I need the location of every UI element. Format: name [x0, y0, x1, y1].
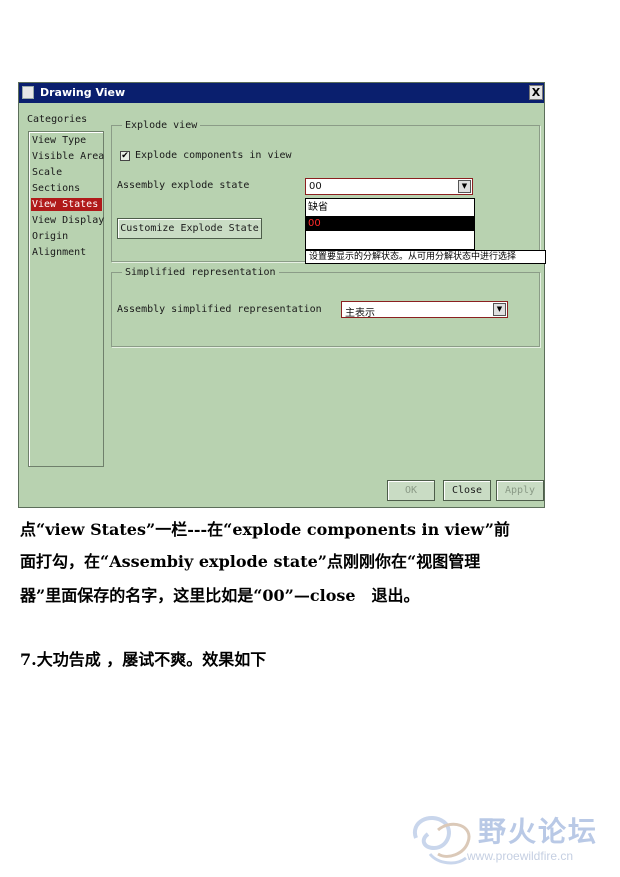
explode-state-value: 00 [309, 181, 322, 192]
drawing-view-dialog: Drawing View X Categories View Type Visi… [18, 82, 546, 508]
chevron-down-icon[interactable]: ▼ [493, 303, 506, 316]
category-visible-area[interactable]: Visible Area [32, 150, 104, 163]
instruction-line-3: 器”里面保存的名字，这里比如是“00”—close 退出。 [20, 586, 420, 605]
dialog-titlebar[interactable]: Drawing View X [19, 83, 544, 103]
instruction-line-2: 面打勾，在“Assembiy explode state”点刚刚你在“视图管理 [20, 552, 481, 571]
categories-list[interactable]: View Type Visible Area Scale Sections Vi… [28, 131, 104, 467]
tooltip: 设置要显示的分解状态。从可用分解状态中进行选择 [305, 250, 546, 264]
apply-button[interactable]: Apply [496, 480, 544, 501]
categories-label: Categories [27, 114, 88, 125]
explode-view-title: Explode view [122, 120, 201, 131]
watermark-url: www.proewildfire.cn [467, 849, 574, 863]
category-scale[interactable]: Scale [32, 166, 62, 179]
customize-explode-state-button[interactable]: Customize Explode State [117, 218, 262, 239]
close-icon[interactable]: X [529, 85, 543, 100]
close-button[interactable]: Close [443, 480, 491, 501]
category-view-states[interactable]: View States [31, 198, 102, 211]
category-view-display[interactable]: View Display [32, 214, 104, 227]
category-sections[interactable]: Sections [32, 182, 80, 195]
window-icon [22, 86, 34, 99]
assembly-explode-state-label: Assembly explode state [117, 180, 250, 191]
explode-components-label: Explode components in view [135, 150, 292, 161]
assembly-simplified-rep-label: Assembly simplified representation [117, 304, 322, 315]
explode-state-dropdown[interactable]: 缺省 00 [305, 198, 475, 250]
instruction-line-1: 点“view States”一栏---在“explode components … [20, 520, 510, 539]
explode-state-combo[interactable]: 00 ▼ [305, 178, 473, 195]
simplified-rep-combo[interactable]: 主表示 ▼ [341, 301, 508, 319]
category-origin[interactable]: Origin [32, 230, 68, 243]
simplified-representation-title: Simplified representation [122, 267, 279, 278]
dialog-title: Drawing View [40, 86, 126, 99]
watermark-text: 野火论坛 [478, 815, 599, 848]
ok-button[interactable]: OK [387, 480, 435, 501]
step-7-line: 7.大功告成 ，屡试不爽。效果如下 [20, 650, 267, 669]
simplified-rep-value: 主表示 [345, 308, 375, 319]
dropdown-option-default[interactable]: 缺省 [306, 200, 474, 215]
explode-components-checkbox[interactable]: ✔ [120, 151, 130, 161]
category-alignment[interactable]: Alignment [32, 246, 86, 259]
dropdown-option-00[interactable]: 00 [306, 216, 474, 231]
chevron-down-icon[interactable]: ▼ [458, 180, 471, 193]
category-view-type[interactable]: View Type [32, 134, 86, 147]
